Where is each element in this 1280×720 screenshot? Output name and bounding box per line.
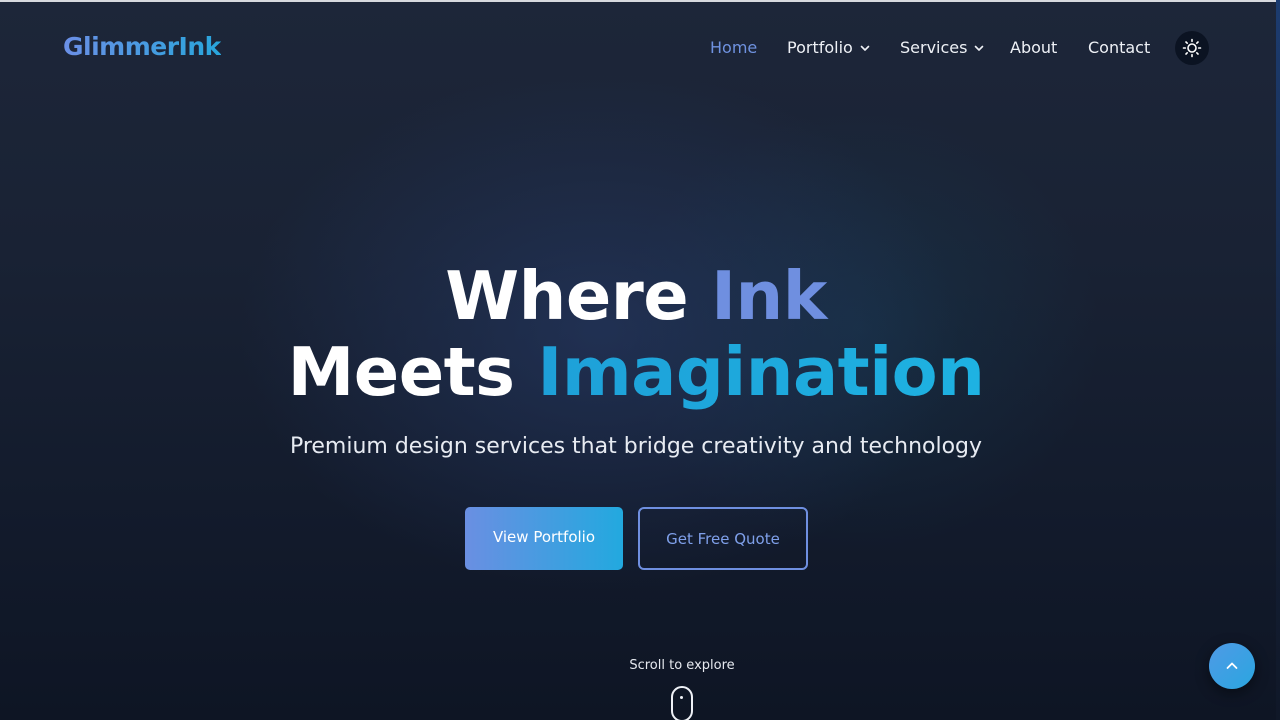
- get-free-quote-button[interactable]: Get Free Quote: [638, 507, 808, 570]
- nav-home[interactable]: Home: [710, 38, 757, 57]
- scrollbar-track[interactable]: [1276, 0, 1280, 720]
- chevron-down-icon: [975, 45, 984, 51]
- nav-about-label: About: [1010, 38, 1058, 57]
- nav-portfolio[interactable]: Portfolio: [787, 38, 871, 57]
- scroll-label: Scroll to explore: [629, 658, 735, 673]
- back-to-top-button[interactable]: [1209, 643, 1255, 689]
- hero-title-where: Where: [445, 257, 712, 335]
- mouse-wheel-dot: [680, 696, 683, 699]
- page: GlimmerInk Home Portfolio Services About…: [0, 0, 1280, 720]
- nav-about[interactable]: About: [1010, 38, 1057, 57]
- logo[interactable]: GlimmerInk: [63, 32, 221, 61]
- nav-contact-label: Contact: [1088, 38, 1151, 57]
- view-portfolio-label: View Portfolio: [492, 527, 596, 546]
- nav-services-label: Services: [900, 38, 968, 57]
- mouse-icon[interactable]: [671, 686, 693, 720]
- get-free-quote-label: Get Free Quote: [666, 529, 780, 548]
- hero-title-imagination: Imagination: [537, 333, 985, 411]
- hero-title-ink: Ink: [711, 257, 827, 335]
- nav-home-label: Home: [710, 38, 758, 57]
- hero-title-line-1: Where Ink: [0, 258, 1272, 334]
- hero-title-meets: Meets: [287, 333, 538, 411]
- chevron-up-icon: [1226, 662, 1238, 669]
- hero-subtitle: Premium design services that bridge crea…: [289, 434, 983, 459]
- nav-portfolio-label: Portfolio: [787, 38, 853, 57]
- hero-title: Where Ink Meets Imagination: [0, 258, 1272, 410]
- sun-icon: [1182, 38, 1202, 58]
- nav-services[interactable]: Services: [900, 38, 985, 57]
- top-border: [0, 0, 1280, 2]
- view-portfolio-button[interactable]: View Portfolio: [465, 507, 623, 570]
- theme-toggle-button[interactable]: [1175, 31, 1209, 65]
- hero-title-line-2: Meets Imagination: [0, 334, 1272, 410]
- chevron-down-icon: [860, 45, 870, 51]
- nav-contact[interactable]: Contact: [1088, 38, 1150, 57]
